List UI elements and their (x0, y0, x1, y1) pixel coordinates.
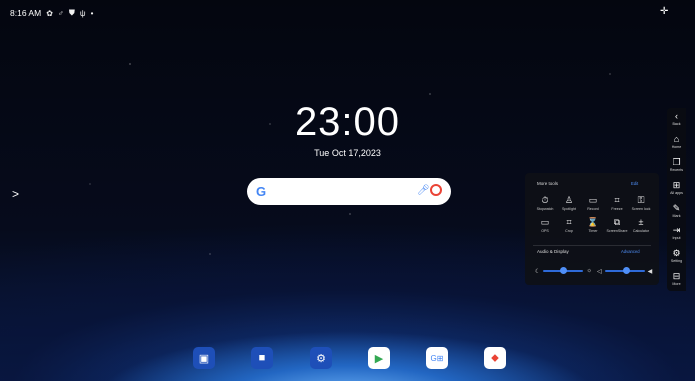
google-search-bar[interactable]: G 🎤︎ (247, 178, 451, 205)
google-logo-icon: G (256, 184, 267, 199)
moon-icon: ☾ (535, 268, 541, 275)
hourglass-icon: ⌛ (587, 217, 599, 227)
volume-high-icon: ◀ (647, 268, 653, 275)
maps-icon[interactable]: ⬥ (484, 347, 506, 369)
usb-icon: ♂ (57, 8, 64, 18)
sidebar-item-mark[interactable]: ✎ Mark (673, 203, 681, 223)
edit-button[interactable]: Edit (631, 181, 638, 186)
pen-icon: ✎ (672, 202, 681, 213)
divider (533, 245, 651, 246)
chevron-left-icon: ‹ (675, 111, 678, 121)
more-tools-title: More tools (537, 181, 559, 186)
grid-icon: ⊞ (672, 179, 681, 190)
brightness-slider[interactable]: ☾ ☼ (535, 265, 592, 277)
home-icon: ⌂ (673, 133, 680, 144)
gear-icon: ⚙ (672, 248, 681, 259)
calculator-icon: ± (638, 217, 644, 227)
record-icon: ▭ (588, 195, 598, 205)
files-app-icon[interactable]: ■ (251, 347, 273, 369)
google-apps-icon[interactable]: G⊞ (426, 347, 448, 369)
play-store-icon[interactable]: ▶ (368, 347, 390, 369)
volume-track[interactable] (604, 267, 645, 274)
advanced-link[interactable]: Advanced (621, 249, 640, 254)
tool-screen-lock[interactable]: ⚿ Screen lock (629, 195, 653, 211)
screenshare-icon: ⧉ (613, 217, 621, 227)
plus-icon[interactable]: ✛ (660, 6, 668, 17)
lock-icon: ⚿ (637, 195, 645, 205)
chevron-right-icon[interactable]: > (12, 187, 19, 201)
tool-stopwatch[interactable]: ⏱ Stopwatch (533, 195, 557, 211)
usb-symbol-icon: ψ (79, 8, 86, 18)
sun-icon: ☼ (586, 268, 592, 274)
sidebar-item-back[interactable]: ‹ Back (673, 111, 681, 131)
sidebar: ‹ Back ⌂ Home ❐ Recents ⊞ All apps ✎ Mar… (667, 108, 686, 291)
status-bar: 8:16 AM ✿ ♂ ⛊ ψ • (10, 8, 93, 18)
clock-date: Tue Oct 17,2023 (314, 148, 381, 158)
shield-icon: ⛊ (68, 8, 75, 17)
volume-low-icon: ◁ (597, 268, 602, 275)
freeze-icon: ⌗ (614, 195, 620, 205)
crop-icon: ⌗ (566, 217, 572, 227)
more-icon: ⊟ (672, 271, 681, 282)
volume-knob[interactable] (623, 267, 631, 274)
volume-slider[interactable]: ◁ ◀ (597, 265, 652, 277)
tool-calculator[interactable]: ± Calculator (629, 217, 653, 233)
clock-time: 23:00 (294, 100, 401, 144)
tools-grid: ⏱ Stopwatch ♙ Spotlight ▭ Record ⌗ Freeze ⚿ S… (533, 195, 653, 233)
tool-timer[interactable]: ⌛ Timer (581, 217, 605, 233)
monitor-icon: ▭ (540, 217, 550, 227)
microphone-icon[interactable]: 🎤︎ (417, 185, 430, 196)
lens-icon[interactable] (430, 184, 442, 196)
tool-ops[interactable]: ▭ OPS (533, 217, 557, 233)
presentation-app-icon[interactable]: ▣ (193, 347, 215, 369)
sidebar-item-all-apps[interactable]: ⊞ All apps (670, 180, 683, 200)
dot-icon: • (90, 8, 94, 18)
sidebar-item-input[interactable]: ⇥ Input (673, 225, 681, 245)
brightness-track[interactable] (543, 267, 584, 274)
tool-freeze[interactable]: ⌗ Freeze (605, 195, 629, 211)
tool-crop[interactable]: ⌗ Crop (557, 217, 581, 233)
input-icon: ⇥ (672, 225, 681, 236)
gear-icon: ✿ (46, 8, 53, 18)
sidebar-item-recents[interactable]: ❐ Recents (670, 157, 683, 177)
sidebar-item-more[interactable]: ⊟ More (672, 271, 680, 291)
brightness-knob[interactable] (559, 267, 567, 274)
stopwatch-icon: ⏱ (541, 195, 549, 205)
settings-app-icon[interactable]: ⚙ (310, 347, 332, 369)
status-time: 8:16 AM (10, 8, 42, 18)
tool-spotlight[interactable]: ♙ Spotlight (557, 195, 581, 211)
audio-display-title: Audio & Display (537, 249, 569, 254)
recents-icon: ❐ (672, 156, 681, 167)
spotlight-icon: ♙ (564, 195, 574, 205)
sidebar-item-home[interactable]: ⌂ Home (672, 134, 682, 154)
tool-record[interactable]: ▭ Record (581, 195, 605, 211)
more-tools-panel: More tools Edit ⏱ Stopwatch ♙ Spotlight ▭ R… (525, 173, 659, 285)
tool-screenshare[interactable]: ⧉ ScreenShare (605, 217, 629, 233)
sidebar-item-setting[interactable]: ⚙ Setting (671, 248, 682, 268)
